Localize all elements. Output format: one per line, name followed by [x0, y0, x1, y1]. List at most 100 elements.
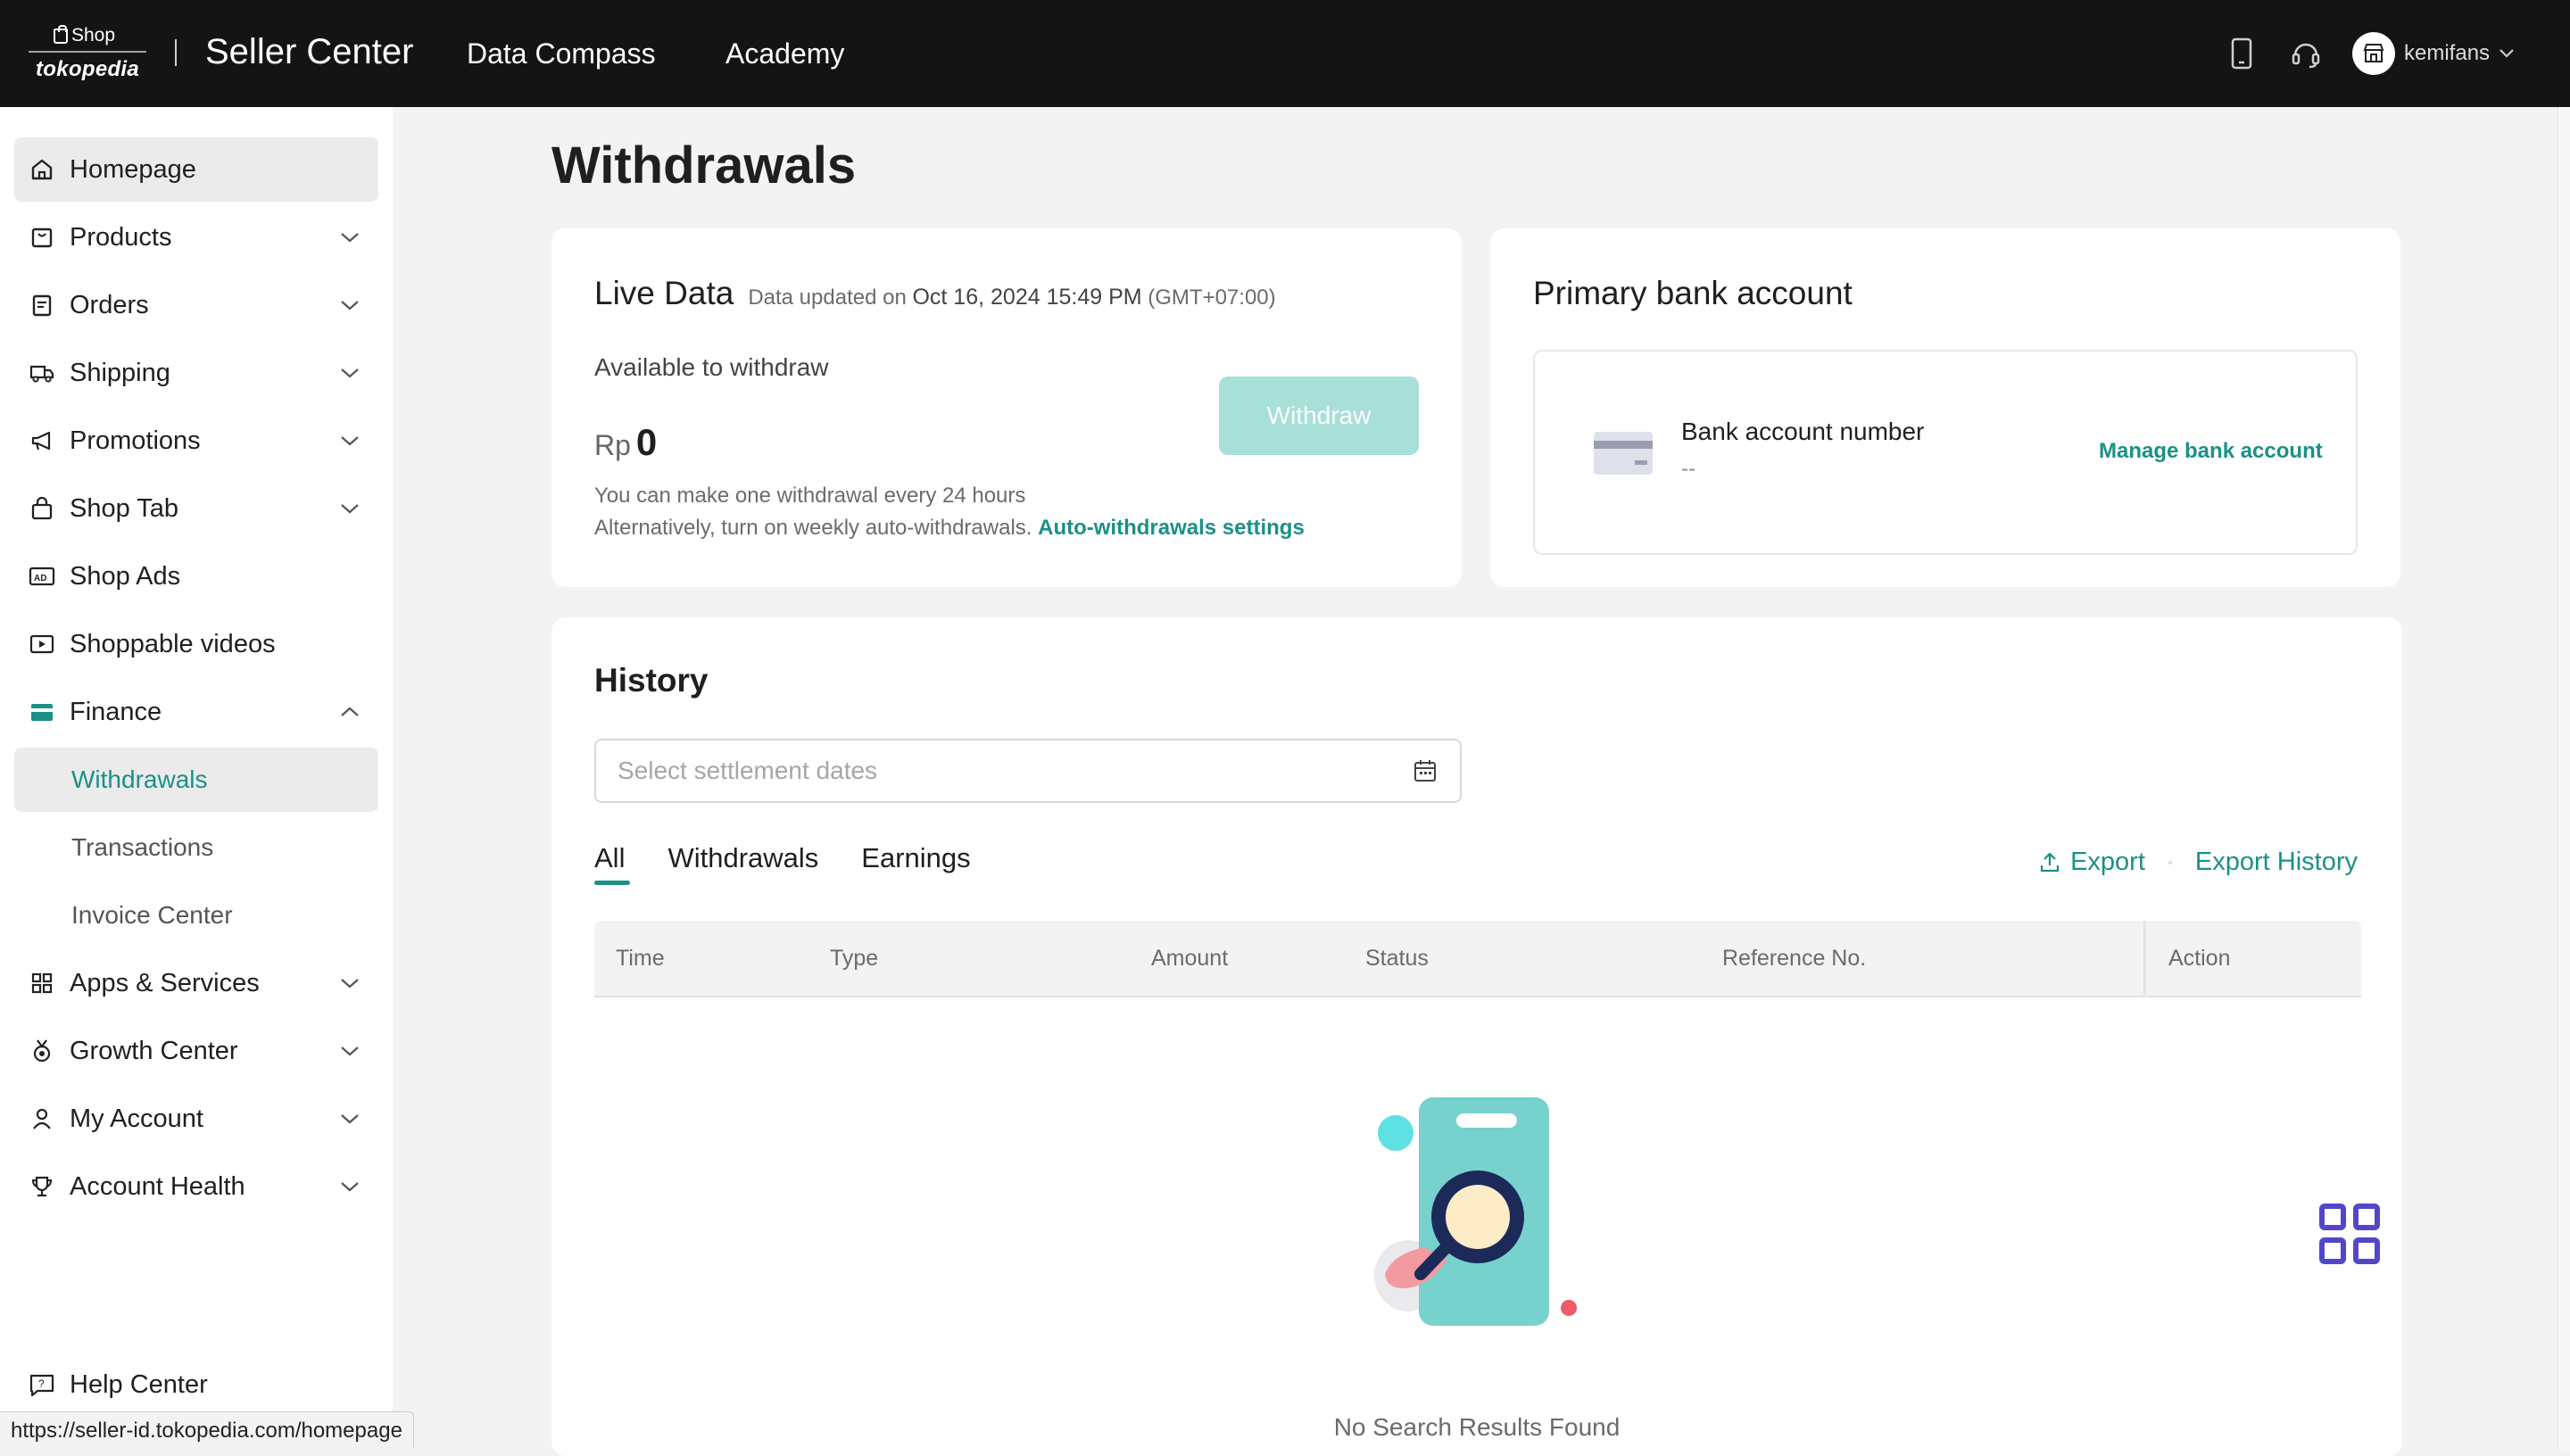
- sidebar-item-homepage[interactable]: Homepage: [14, 137, 378, 202]
- empty-state-text: No Search Results Found: [1333, 1413, 1621, 1441]
- store-icon: [2352, 32, 2395, 75]
- clipboard-icon: [29, 292, 55, 318]
- settlement-date-input[interactable]: [618, 757, 1412, 785]
- calendar-icon[interactable]: [1412, 757, 1438, 784]
- live-data-card: Live Data Data updated on Oct 16, 2024 1…: [551, 228, 1462, 587]
- help-chat-icon: ?: [29, 1372, 55, 1399]
- sidebar-item-products[interactable]: Products: [14, 205, 378, 269]
- wallet-icon: [29, 699, 55, 725]
- withdraw-frequency-note: You can make one withdrawal every 24 hou…: [594, 484, 1026, 508]
- sidebar-item-finance[interactable]: Finance: [14, 680, 378, 744]
- sidebar-item-shop-ads[interactable]: AD Shop Ads: [14, 544, 378, 608]
- shopping-bag-icon: [29, 495, 55, 522]
- sidebar-item-my-account[interactable]: My Account: [14, 1087, 378, 1151]
- chevron-down-icon: [337, 360, 362, 385]
- chevron-down-icon: [337, 428, 362, 453]
- help-center-link[interactable]: ? Help Center: [29, 1370, 208, 1400]
- sidebar: Homepage Products Orders Shipping Promot…: [0, 107, 393, 1449]
- chevron-down-icon: [337, 496, 362, 521]
- tab-earnings[interactable]: Earnings: [861, 842, 970, 885]
- chevron-down-icon: [337, 1106, 362, 1131]
- sidebar-subitem-withdrawals[interactable]: Withdrawals: [14, 748, 378, 812]
- column-reference-no: Reference No.: [1722, 946, 1867, 971]
- box-icon: [29, 224, 55, 251]
- sidebar-subitem-invoice-center[interactable]: Invoice Center: [14, 883, 378, 947]
- chevron-down-icon: [337, 293, 362, 318]
- column-type: Type: [830, 946, 879, 971]
- column-amount: Amount: [1151, 946, 1229, 971]
- manage-bank-account-link[interactable]: Manage bank account: [2099, 439, 2323, 464]
- auto-withdraw-note: Alternatively, turn on weekly auto-withd…: [594, 516, 1305, 540]
- export-button[interactable]: Export: [2038, 848, 2145, 877]
- top-bar: Shop tokopedia Seller Center Data Compas…: [0, 0, 2570, 107]
- ads-icon: AD: [29, 563, 55, 590]
- live-data-heading: Live Data: [594, 275, 734, 311]
- column-time: Time: [616, 946, 665, 971]
- svg-text:?: ?: [38, 1377, 45, 1390]
- tab-withdrawals[interactable]: Withdrawals: [667, 842, 818, 885]
- chevron-down-icon: [337, 1174, 362, 1199]
- chevron-down-icon: [337, 971, 362, 996]
- chevron-down-icon: [2500, 49, 2514, 58]
- column-action: Action: [2168, 946, 2231, 971]
- page-scrollbar[interactable]: [2558, 107, 2570, 1449]
- primary-bank-card: Primary bank account Bank account number…: [1490, 228, 2400, 587]
- history-card: History All Withdrawals Earnings Export …: [551, 617, 2402, 1456]
- history-tabs: All Withdrawals Earnings: [594, 842, 971, 885]
- page-title: Withdrawals: [551, 136, 857, 194]
- nav-academy[interactable]: Academy: [725, 37, 844, 70]
- logo-shop-text: Shop: [71, 25, 116, 46]
- truck-icon: [29, 360, 55, 386]
- trophy-icon: [29, 1173, 55, 1200]
- sidebar-item-shoppable-videos[interactable]: Shoppable videos: [14, 612, 378, 676]
- status-url-bar: https://seller-id.tokopedia.com/homepage: [0, 1411, 414, 1449]
- sidebar-item-account-health[interactable]: Account Health: [14, 1154, 378, 1219]
- svg-text:AD: AD: [34, 574, 46, 583]
- logo-brand-text: tokopedia: [36, 57, 140, 81]
- phone-icon[interactable]: [2224, 36, 2259, 71]
- empty-search-illustration: [1365, 1097, 1597, 1338]
- headset-icon[interactable]: [2288, 36, 2324, 71]
- divider: [175, 39, 177, 66]
- tab-all[interactable]: All: [594, 842, 631, 885]
- nav-data-compass[interactable]: Data Compass: [467, 37, 656, 70]
- available-label: Available to withdraw: [594, 353, 829, 381]
- settlement-date-picker[interactable]: [594, 739, 1462, 803]
- user-menu[interactable]: kemifans: [2352, 32, 2515, 75]
- history-table-header: Time Type Amount Status Reference No. Ac…: [594, 921, 2361, 997]
- megaphone-icon: [29, 427, 55, 454]
- sidebar-item-apps-services[interactable]: Apps & Services: [14, 951, 378, 1015]
- sidebar-item-shipping[interactable]: Shipping: [14, 341, 378, 405]
- column-status: Status: [1365, 946, 1429, 971]
- sidebar-item-shop-tab[interactable]: Shop Tab: [14, 476, 378, 541]
- sidebar-item-growth-center[interactable]: Growth Center: [14, 1019, 378, 1083]
- chevron-up-icon: [337, 699, 362, 724]
- apps-icon: [29, 970, 55, 997]
- sidebar-item-orders[interactable]: Orders: [14, 273, 378, 337]
- shop-bag-icon: [54, 24, 68, 44]
- video-icon: [29, 631, 55, 658]
- withdraw-button[interactable]: Withdraw: [1219, 376, 1419, 455]
- chevron-down-icon: [337, 225, 362, 250]
- sidebar-item-promotions[interactable]: Promotions: [14, 409, 378, 473]
- bank-account-number-label: Bank account number: [1681, 418, 1925, 445]
- bank-card-icon: [1594, 432, 1653, 475]
- data-updated-text: Data updated on Oct 16, 2024 15:49 PM (G…: [748, 285, 1276, 310]
- app-title[interactable]: Seller Center: [205, 32, 413, 72]
- username: kemifans: [2404, 41, 2491, 65]
- available-amount: Rp 0: [594, 421, 658, 463]
- auto-withdrawals-settings-link[interactable]: Auto-withdrawals settings: [1038, 516, 1305, 540]
- medal-icon: [29, 1038, 55, 1064]
- bank-heading: Primary bank account: [1533, 275, 1853, 311]
- bank-account-box: Bank account number -- Manage bank accou…: [1533, 350, 2358, 555]
- user-icon: [29, 1105, 55, 1132]
- history-heading: History: [594, 662, 709, 699]
- sidebar-subitem-transactions[interactable]: Transactions: [14, 815, 378, 880]
- chevron-down-icon: [337, 1038, 362, 1063]
- home-icon: [29, 156, 55, 183]
- export-history-link[interactable]: Export History: [2195, 848, 2358, 877]
- upload-icon: [2040, 851, 2060, 872]
- grid-view-icon[interactable]: [2318, 1203, 2381, 1265]
- tokopedia-shop-logo[interactable]: Shop tokopedia: [29, 21, 146, 84]
- bank-account-number-value: --: [1681, 457, 1695, 481]
